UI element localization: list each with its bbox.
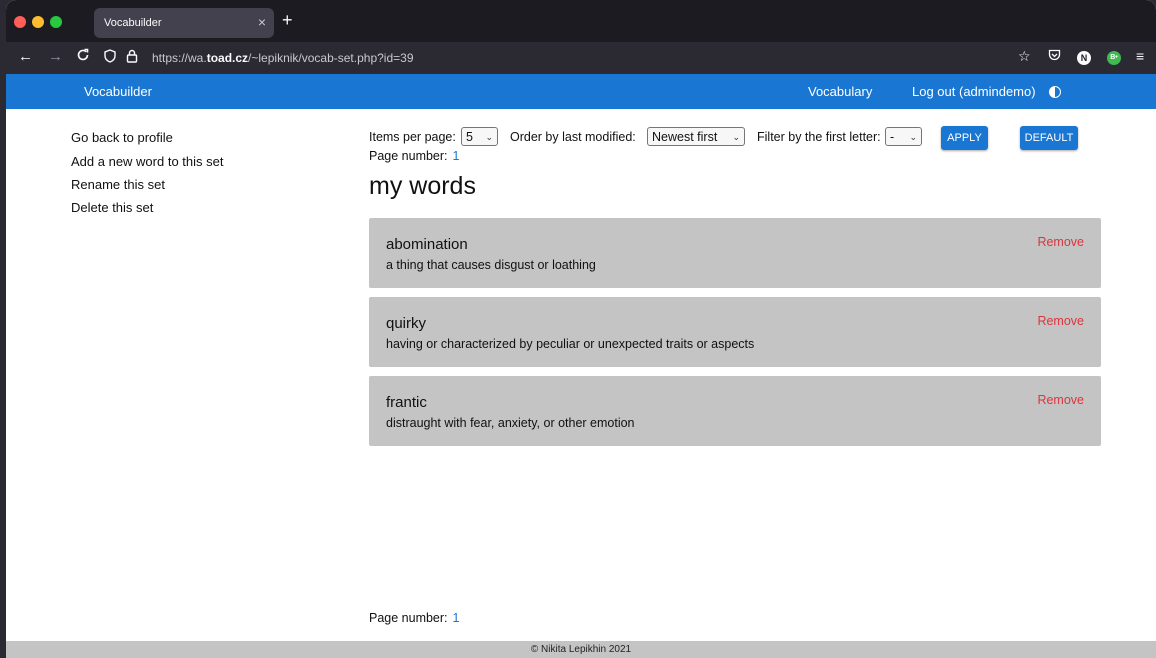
- first-letter-label: Filter by the first letter:: [757, 130, 881, 144]
- maximize-window-button[interactable]: [50, 16, 62, 28]
- footer-text: © Nikita Lepikhin 2021: [530, 644, 632, 655]
- items-per-page-select[interactable]: 5 ⌄: [461, 127, 498, 146]
- remove-word-button[interactable]: Remove: [1037, 235, 1084, 249]
- url-bar[interactable]: https://wa.toad.cz/~lepiknik/vocab-set.p…: [98, 46, 1098, 70]
- order-label: Order by last modified:: [510, 130, 636, 144]
- tab-strip: Vocabuilder × +: [6, 0, 1156, 42]
- default-button[interactable]: DEFAULT: [1020, 126, 1078, 150]
- footer: © Nikita Lepikhin 2021: [6, 641, 1156, 658]
- remove-word-button[interactable]: Remove: [1037, 393, 1084, 407]
- rename-set-link[interactable]: Rename this set: [71, 177, 165, 192]
- close-window-button[interactable]: [14, 16, 26, 28]
- app-header: Vocabuilder Vocabulary Log out (admindem…: [6, 74, 1156, 109]
- items-per-page-label: Items per page:: [369, 130, 456, 144]
- order-value: Newest first: [652, 130, 718, 144]
- chevron-down-icon: ⌄: [732, 132, 740, 142]
- first-letter-select[interactable]: - ⌄: [885, 127, 922, 146]
- word-term: quirky: [386, 315, 427, 332]
- tab-title: Vocabuilder: [104, 17, 162, 29]
- logout-link[interactable]: Log out (admindemo): [912, 84, 1036, 99]
- brand-link[interactable]: Vocabuilder: [84, 84, 152, 99]
- page-number-link[interactable]: 1: [453, 611, 460, 625]
- word-card: frantic distraught with fear, anxiety, o…: [369, 376, 1101, 446]
- items-per-page-value: 5: [466, 130, 473, 144]
- theme-toggle-icon[interactable]: [1049, 86, 1061, 98]
- page-number-label: Page number:: [369, 611, 448, 625]
- word-definition: a thing that causes disgust or loathing: [386, 258, 596, 272]
- add-word-link[interactable]: Add a new word to this set: [71, 154, 223, 169]
- remove-word-button[interactable]: Remove: [1037, 314, 1084, 328]
- word-card: abomination a thing that causes disgust …: [369, 218, 1101, 288]
- delete-set-link[interactable]: Delete this set: [71, 200, 153, 215]
- browser-window: Vocabuilder × + ← → https://wa.toad.cz/~…: [6, 0, 1156, 658]
- apply-button[interactable]: APPLY: [941, 126, 988, 150]
- page-number-bottom: Page number: 1: [369, 611, 459, 625]
- minimize-window-button[interactable]: [32, 16, 44, 28]
- chevron-down-icon: ⌄: [909, 132, 917, 142]
- word-definition: distraught with fear, anxiety, or other …: [386, 416, 635, 430]
- navigation-bar: ← → https://wa.toad.cz/~lepiknik/vocab-s…: [6, 42, 1156, 74]
- forward-icon[interactable]: →: [48, 48, 63, 66]
- reload-icon[interactable]: [76, 48, 90, 67]
- tab-close-icon[interactable]: ×: [258, 14, 266, 30]
- new-tab-icon[interactable]: +: [282, 10, 293, 31]
- b-extension-icon[interactable]: B•: [1107, 51, 1121, 65]
- word-term: frantic: [386, 394, 427, 411]
- page-number-top: Page number: 1: [369, 149, 459, 163]
- browser-tab[interactable]: Vocabuilder ×: [94, 8, 274, 38]
- word-term: abomination: [386, 236, 468, 253]
- go-back-to-profile-link[interactable]: Go back to profile: [71, 130, 173, 145]
- chevron-down-icon: ⌄: [485, 132, 493, 142]
- page-number-link[interactable]: 1: [453, 149, 460, 163]
- menu-icon[interactable]: ≡: [1136, 48, 1144, 64]
- n-extension-icon[interactable]: N: [1077, 51, 1091, 65]
- star-icon[interactable]: ☆: [1018, 48, 1031, 65]
- page-number-label: Page number:: [369, 149, 448, 163]
- first-letter-value: -: [890, 130, 895, 144]
- url-text: https://wa.toad.cz/~lepiknik/vocab-set.p…: [152, 51, 414, 65]
- page-title: my words: [369, 172, 476, 200]
- back-icon[interactable]: ←: [18, 48, 33, 66]
- pocket-icon[interactable]: [1048, 48, 1061, 64]
- order-select[interactable]: Newest first ⌄: [647, 127, 745, 146]
- vocabulary-link[interactable]: Vocabulary: [808, 84, 872, 99]
- word-card: quirky having or characterized by peculi…: [369, 297, 1101, 367]
- word-definition: having or characterized by peculiar or u…: [386, 337, 755, 351]
